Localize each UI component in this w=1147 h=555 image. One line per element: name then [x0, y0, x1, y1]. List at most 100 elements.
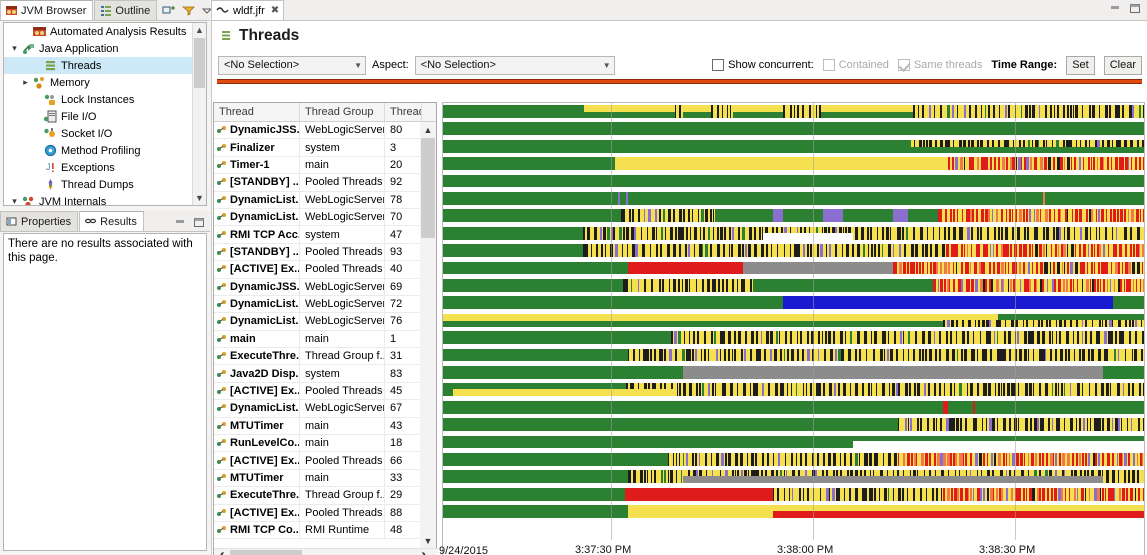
chevron-right-icon[interactable]: ▸ [19, 77, 32, 88]
scroll-down-arrow[interactable]: ▼ [193, 191, 206, 205]
tab-properties[interactable]: Properties [0, 211, 79, 231]
close-icon[interactable]: ✖ [271, 5, 279, 16]
table-row[interactable]: MTUTimer main 33 [214, 469, 420, 488]
chart-lane[interactable] [443, 486, 1144, 503]
table-row[interactable]: DynamicList... WebLogicServer 78 [214, 191, 420, 209]
sidebar-item-thread-dumps[interactable]: Thread Dumps [4, 176, 206, 193]
chart-canvas[interactable] [443, 103, 1144, 540]
table-row[interactable]: RMI TCP Co... RMI Runtime 48 [214, 521, 420, 540]
column-header-thread-group[interactable]: Thread Group [300, 103, 385, 121]
chart-lane[interactable] [443, 190, 1144, 207]
chart-lane[interactable] [443, 225, 1144, 242]
sidebar-item-exceptions[interactable]: J Exceptions [4, 159, 206, 176]
tab-jvm-browser[interactable]: JVM Browser [0, 0, 94, 20]
chart-lane[interactable] [443, 242, 1144, 259]
table-row[interactable]: DynamicList... WebLogicServer 67 [214, 399, 420, 418]
minimize-icon[interactable] [1108, 2, 1122, 17]
chart-lane[interactable] [443, 173, 1144, 190]
table-row[interactable]: DynamicList... WebLogicServer 72 [214, 295, 420, 314]
tree-vertical-scrollbar[interactable]: ▲ ▼ [192, 23, 206, 205]
column-header-thread-id[interactable]: Thread [385, 103, 422, 121]
table-row[interactable]: ExecuteThre... Thread Group f... 29 [214, 486, 420, 505]
sidebar-item-file-i-o[interactable]: File I/O [4, 108, 206, 125]
maximize-icon[interactable] [192, 216, 206, 228]
chart-lane[interactable] [443, 503, 1144, 520]
jvm-browser-tree[interactable]: Automated Analysis Results ▾ Java Applicat… [3, 22, 207, 206]
scroll-up-arrow[interactable]: ▲ [193, 23, 206, 37]
sidebar-item-java-application[interactable]: ▾ Java Application [4, 40, 206, 57]
table-row[interactable]: RunLevelCo... main 18 [214, 434, 420, 453]
aspect-combo[interactable]: <No Selection> ▼ [414, 55, 615, 75]
time-range-set-button[interactable]: Set [1066, 55, 1095, 75]
chart-lane[interactable] [443, 434, 1144, 451]
table-row[interactable]: [ACTIVE] Ex... Pooled Threads 40 [214, 260, 420, 279]
table-row[interactable]: main main 1 [214, 330, 420, 349]
table-horizontal-scrollbar[interactable]: ❮ ❯ [214, 548, 438, 555]
tab-outline[interactable]: Outline [94, 0, 158, 20]
table-row[interactable]: [ACTIVE] Ex... Pooled Threads 88 [214, 504, 420, 522]
threads-table[interactable]: Thread Thread Group Thread DynamicJSS...… [213, 102, 438, 555]
tab-wldf-jfr[interactable]: wldf.jfr ✖ [211, 0, 285, 20]
chart-lane[interactable] [443, 155, 1144, 172]
table-row[interactable]: DynamicList... WebLogicServer 70 [214, 208, 420, 227]
show-concurrent-group[interactable]: Show concurrent: [712, 59, 814, 71]
chart-lane[interactable] [443, 347, 1144, 364]
table-row[interactable]: Timer-1 main 20 [214, 156, 420, 175]
chart-lane[interactable] [443, 103, 1144, 120]
table-row[interactable]: [ACTIVE] Ex... Pooled Threads 66 [214, 451, 420, 470]
selection-combo[interactable]: <No Selection> ▼ [218, 55, 366, 75]
tab-results[interactable]: Results [79, 211, 144, 231]
scroll-up-arrow[interactable]: ▲ [420, 122, 436, 137]
table-row[interactable]: [STANDBY] ... Pooled Threads 92 [214, 173, 420, 192]
chart-lane[interactable] [443, 399, 1144, 416]
table-row[interactable]: Finalizer system 3 [214, 138, 420, 157]
chart-lane[interactable] [443, 294, 1144, 311]
table-row[interactable]: [ACTIVE] Ex... Pooled Threads 45 [214, 382, 420, 401]
table-row[interactable]: DynamicJSS... WebLogicServer 80 [214, 122, 420, 140]
table-vertical-scrollbar[interactable]: ▲ ▼ [420, 122, 436, 548]
show-concurrent-checkbox[interactable] [712, 59, 725, 71]
table-row[interactable]: RMI TCP Acc... system 47 [214, 225, 420, 244]
column-header-thread[interactable]: Thread [214, 103, 300, 121]
sidebar-item-lock-instances[interactable]: Lock Instances [4, 91, 206, 108]
sidebar-item-automated-analysis-results[interactable]: Automated Analysis Results [4, 23, 206, 40]
chart-lane[interactable] [443, 120, 1144, 137]
table-row[interactable]: MTUTimer main 43 [214, 417, 420, 436]
table-row[interactable]: [STANDBY] ... Pooled Threads 93 [214, 243, 420, 262]
filter-icon[interactable] [181, 5, 196, 17]
chart-lane[interactable] [443, 451, 1144, 468]
time-range-clear-button[interactable]: Clear [1103, 55, 1142, 75]
scroll-thumb[interactable] [421, 138, 435, 238]
chart-lane[interactable] [443, 138, 1144, 155]
sidebar-item-socket-i-o[interactable]: Socket I/O [4, 125, 206, 142]
sidebar-item-method-profiling[interactable]: Method Profiling [4, 142, 206, 159]
chart-lane[interactable] [443, 207, 1144, 224]
scroll-right-arrow[interactable]: ❯ [417, 549, 432, 555]
minimize-icon[interactable] [173, 216, 187, 228]
sidebar-item-jvm-internals[interactable]: ▾ JVM Internals [4, 193, 206, 205]
table-row[interactable]: Java2D Disp... system 83 [214, 364, 420, 383]
chart-lane[interactable] [443, 468, 1144, 485]
scroll-thumb[interactable] [194, 38, 205, 88]
cell-thread: RMI TCP Acc... [214, 225, 300, 244]
maximize-icon[interactable] [1128, 2, 1142, 17]
chart-lane[interactable] [443, 381, 1144, 398]
chart-lane[interactable] [443, 416, 1144, 433]
table-row[interactable]: DynamicJSS... WebLogicServer 69 [214, 278, 420, 296]
table-row[interactable]: ExecuteThre... Thread Group f... 31 [214, 347, 420, 366]
chart-lane[interactable] [443, 277, 1144, 294]
sidebar-item-memory[interactable]: ▸ Memory [4, 74, 206, 91]
chart-lane[interactable] [443, 364, 1144, 381]
scroll-down-arrow[interactable]: ▼ [420, 533, 436, 548]
chart-lane[interactable] [443, 260, 1144, 277]
chart-lane[interactable] [443, 312, 1144, 329]
chart-lane[interactable] [443, 329, 1144, 346]
chevron-down-icon[interactable]: ▾ [8, 43, 21, 54]
table-row[interactable]: DynamicList... WebLogicServer 76 [214, 312, 420, 331]
sidebar-item-threads[interactable]: Threads [4, 57, 206, 74]
thread-activity-chart[interactable]: 3:37:30 PM3:38:00 PM3:38:30 PM3:39:00 PM [442, 102, 1145, 555]
scroll-thumb[interactable] [230, 550, 302, 555]
scroll-left-arrow[interactable]: ❮ [214, 549, 229, 555]
chevron-down-icon[interactable]: ▾ [8, 196, 21, 205]
link-with-editor-icon[interactable] [162, 5, 176, 17]
